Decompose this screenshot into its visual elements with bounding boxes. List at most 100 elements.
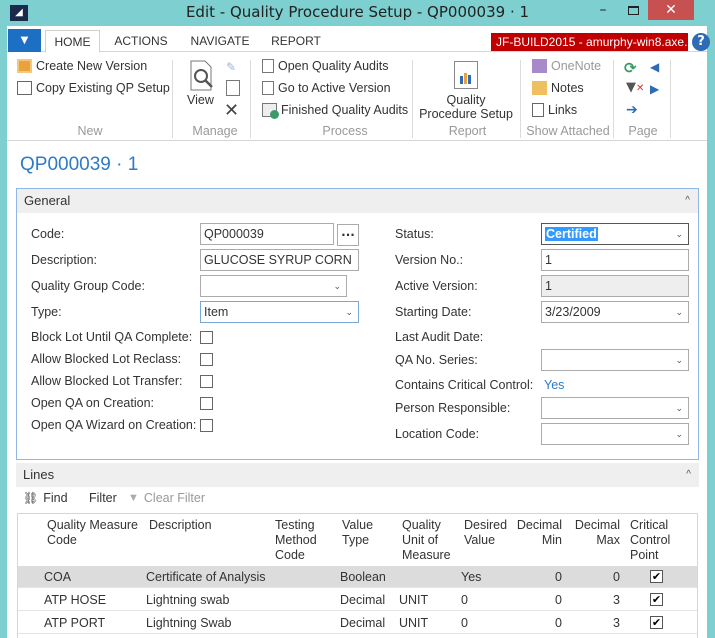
tab-actions[interactable]: ACTIONS [108,30,174,53]
cell-value-type[interactable]: Decimal [340,589,385,611]
critical-control-checkbox[interactable]: ✔ [650,570,663,583]
cell-description[interactable]: Certificate of Analysis [146,566,266,588]
cell-description[interactable]: Lightning swab [146,589,229,611]
quality-procedure-setup-report-line2[interactable]: Procedure Setup [419,107,513,121]
status-label: Status: [395,227,434,241]
refresh-icon[interactable]: ⟳ [624,59,637,77]
cell-desired[interactable]: 0 [461,612,468,634]
cell-max[interactable]: 0 [570,566,620,588]
description-field[interactable]: GLUCOSE SYRUP CORN [200,249,359,271]
table-row[interactable]: ATP PORT Lightning Swab Decimal UNIT 0 0 3 ✔ [18,612,697,634]
cell-value-type[interactable]: Boolean [340,566,386,588]
help-icon[interactable]: ? [692,33,710,51]
go-to-active-version-button[interactable]: Go to Active Version [262,81,391,95]
column-header-value-type[interactable]: Value Type [342,518,373,548]
tab-navigate[interactable]: NAVIGATE [185,30,255,53]
open-wizard-checkbox[interactable] [200,419,213,432]
next-icon[interactable]: ▶ [650,82,659,96]
type-label: Type: [31,305,62,319]
tab-home[interactable]: HOME [45,30,100,53]
onenote-button[interactable]: OneNote [532,59,601,73]
critical-control-checkbox[interactable]: ✔ [650,616,663,629]
app-menu-button[interactable]: ▼ [8,29,41,52]
table-row[interactable]: ATP HOSE Lightning swab Decimal UNIT 0 0 3 ✔ [18,589,697,611]
finished-quality-audits-button[interactable]: Finished Quality Audits [262,103,408,119]
cell-desired[interactable]: Yes [461,566,481,588]
code-field[interactable]: QP000039 [200,223,334,245]
cell-min[interactable]: 0 [512,612,562,634]
person-responsible-dropdown[interactable]: ⌄ [541,397,689,419]
table-row[interactable]: COA Certificate of Analysis Boolean Yes 0 0 ✔ [18,566,697,588]
open-quality-audits-button[interactable]: Open Quality Audits [262,59,388,73]
close-button[interactable]: ✕ [648,0,694,20]
column-header-decimal-max[interactable]: Decimal Max [570,518,620,548]
column-header-testing-method-code[interactable]: Testing Method Code [275,518,317,563]
tab-report[interactable]: REPORT [267,30,325,53]
general-header[interactable]: General ^ [17,189,698,213]
cell-max[interactable]: 3 [570,589,620,611]
column-header-quality-uom[interactable]: Quality Unit of Measure [402,518,451,563]
cell-value-type[interactable]: Decimal [340,612,385,634]
links-button[interactable]: Links [532,103,577,117]
minimize-button[interactable]: – [590,2,616,22]
create-new-version-button[interactable]: Create New Version [17,59,147,73]
location-code-label: Location Code: [395,427,480,441]
quality-group-code-dropdown[interactable]: ⌄ [200,275,347,297]
cell-min[interactable]: 0 [512,589,562,611]
collapse-icon[interactable]: ^ [686,463,691,487]
code-assist-button[interactable]: ... [337,224,359,246]
qa-no-series-dropdown[interactable]: ⌄ [541,349,689,371]
cell-uom[interactable]: UNIT [399,589,428,611]
clear-filter-icon[interactable]: ▼✕ [626,80,644,95]
contains-critical-value[interactable]: Yes [544,378,564,392]
filter-button[interactable]: Filter [89,491,117,505]
column-header-desired-value[interactable]: Desired Value [464,518,507,548]
cell-uom[interactable]: UNIT [399,612,428,634]
notes-icon [532,81,547,95]
column-header-description[interactable]: Description [149,518,212,533]
view-label[interactable]: View [187,93,214,107]
previous-icon[interactable]: ◀ [650,60,659,74]
find-button[interactable]: ⛓ Find [23,491,68,505]
allow-reclass-checkbox[interactable] [200,353,213,366]
notes-button[interactable]: Notes [532,81,584,95]
maximize-button[interactable] [620,4,646,22]
quality-group-code-label: Quality Group Code: [31,279,145,293]
critical-control-checkbox[interactable]: ✔ [650,593,663,606]
cell-code[interactable]: COA [44,566,71,588]
cell-min[interactable]: 0 [512,566,562,588]
column-header-quality-measure-code[interactable]: Quality Measure Code [47,518,138,548]
report-chart-icon[interactable] [454,61,478,89]
go-to-icon[interactable]: ➔ [626,102,638,118]
copy-existing-qp-setup-button[interactable]: Copy Existing QP Setup [17,81,170,95]
cell-desired[interactable]: 0 [461,589,468,611]
column-header-decimal-min[interactable]: Decimal Min [512,518,562,548]
type-value: Item [204,305,229,319]
cell-description[interactable]: Lightning Swab [146,612,231,634]
cell-code[interactable]: ATP PORT [44,612,105,634]
view-button[interactable] [187,60,217,92]
edit-pencil-icon[interactable]: ✎ [226,60,240,74]
column-header-critical-control-point[interactable]: Critical Control Point [630,518,670,563]
group-label-page: Page [628,124,658,138]
new-document-icon[interactable] [226,80,240,96]
cell-code[interactable]: ATP HOSE [44,589,106,611]
block-lot-checkbox[interactable] [200,331,213,344]
col-h-l1: Decimal [516,518,562,532]
quality-procedure-setup-report-line1[interactable]: Quality [420,93,512,107]
delete-x-icon[interactable]: ✕ [224,100,239,121]
clear-filter-button[interactable]: ▼ Clear Filter [128,491,205,505]
status-dropdown[interactable]: Certified ⌄ [541,223,689,245]
cell-max[interactable]: 3 [570,612,620,634]
type-dropdown[interactable]: Item ⌄ [200,301,359,323]
col-h-l2: Max [596,533,620,547]
location-code-dropdown[interactable]: ⌄ [541,423,689,445]
version-no-field[interactable]: 1 [541,249,689,271]
open-qa-checkbox[interactable] [200,397,213,410]
starting-date-field[interactable]: 3/23/2009 ⌄ [541,301,689,323]
collapse-icon[interactable]: ^ [685,189,690,213]
allow-transfer-checkbox[interactable] [200,375,213,388]
lines-header[interactable]: Lines ^ [16,463,699,487]
allow-transfer-label: Allow Blocked Lot Transfer: [31,374,183,388]
open-wizard-label: Open QA Wizard on Creation: [31,418,197,432]
